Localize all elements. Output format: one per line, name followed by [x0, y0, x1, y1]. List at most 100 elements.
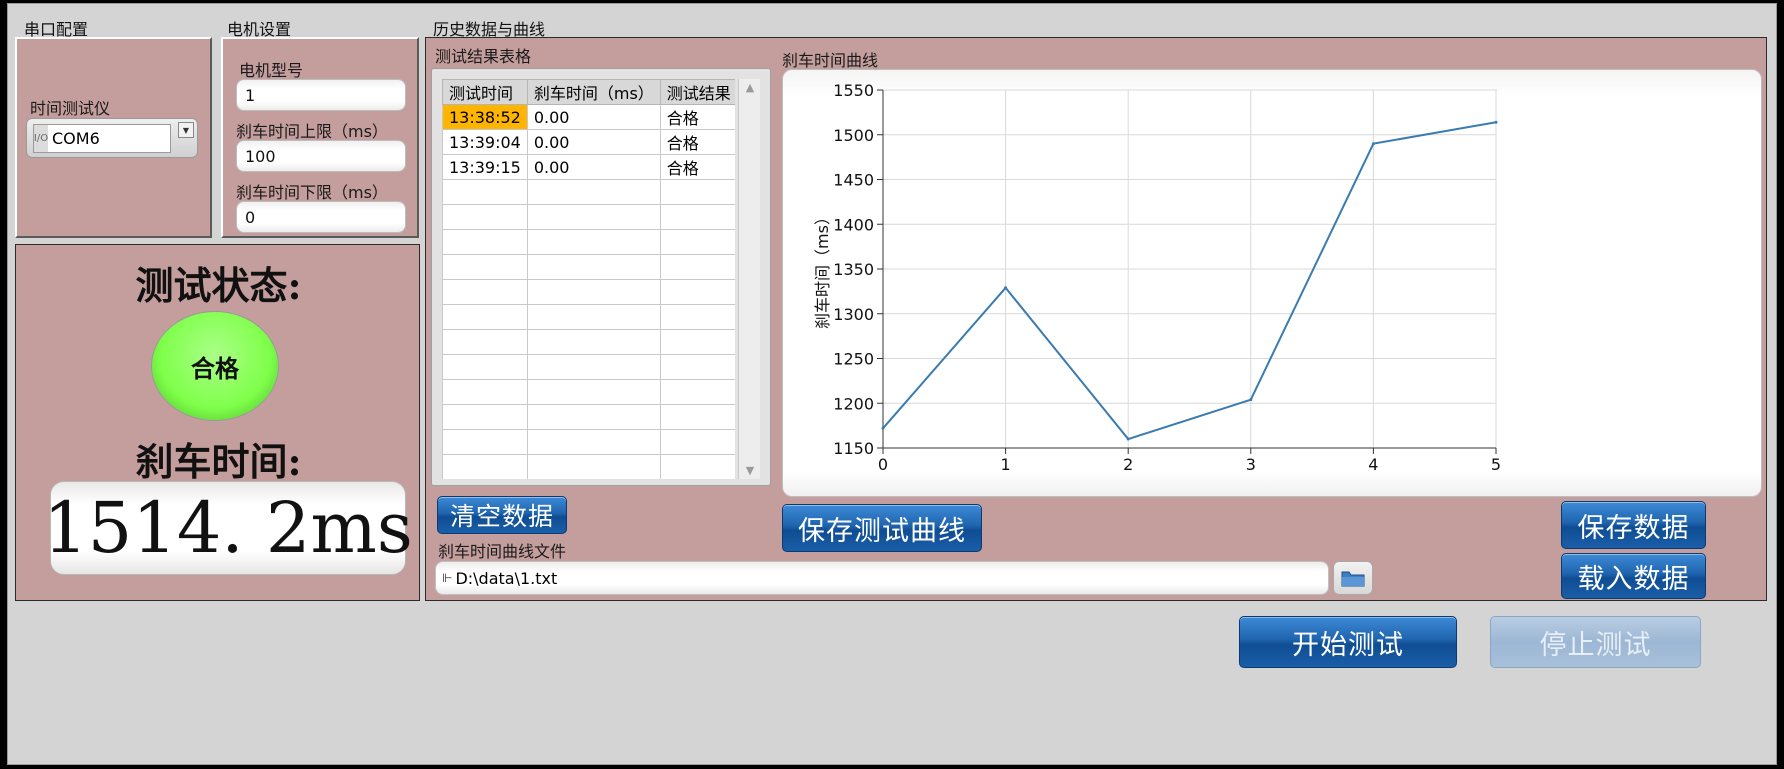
- table-cell: [442, 179, 528, 205]
- data-point: [1371, 142, 1375, 146]
- motor-model-label: 电机型号: [239, 61, 304, 80]
- motor-panel: 电机型号 1 刹车时间上限（ms） 100 刹车时间下限（ms） 0: [221, 37, 419, 238]
- device-label: 时间测试仪: [30, 99, 111, 118]
- upper-limit-input[interactable]: 100: [236, 140, 406, 172]
- table-cell: 0.00: [526, 104, 661, 130]
- data-point: [1249, 398, 1253, 402]
- save-curve-button[interactable]: 保存测试曲线: [782, 504, 982, 552]
- table-scrollbar[interactable]: ▲ ▼: [738, 79, 760, 479]
- table-cell: [526, 179, 661, 205]
- empty-table-row: [442, 179, 735, 205]
- table-cell: 合格: [659, 104, 735, 130]
- table-cell: [526, 329, 661, 355]
- column-header-result[interactable]: 测试结果: [659, 79, 735, 105]
- table-cell: [526, 229, 661, 255]
- save-data-button[interactable]: 保存数据: [1561, 501, 1706, 549]
- x-tick-label: 5: [1491, 455, 1501, 474]
- folder-icon: [1341, 571, 1365, 587]
- empty-table-row: [442, 329, 735, 355]
- table-cell: [442, 329, 528, 355]
- brake-time-chart: 1150 1200 1250 1300 1350 1400 1450 1500 1550 0 1 2 3…: [813, 81, 1501, 474]
- table-cell: [526, 379, 661, 405]
- load-data-button[interactable]: 载入数据: [1561, 553, 1706, 599]
- table-cell: 13:39:15: [442, 154, 528, 180]
- y-tick-label: 1550: [833, 81, 874, 100]
- table-cell: [442, 429, 528, 455]
- table-cell: [442, 404, 528, 430]
- stop-test-button[interactable]: 停止测试: [1490, 616, 1701, 668]
- table-cell: [442, 354, 528, 380]
- table-cell: [442, 229, 528, 255]
- table-cell: [659, 429, 735, 455]
- browse-folder-button[interactable]: [1333, 561, 1373, 595]
- x-tick-label: 4: [1368, 455, 1378, 474]
- table-cell: [659, 179, 735, 205]
- dropdown-arrow-icon[interactable]: ▼: [178, 122, 194, 138]
- table-cell: 13:38:52: [442, 104, 528, 130]
- column-header-brake-time[interactable]: 刹车时间（ms）: [526, 79, 661, 105]
- column-header-test-time[interactable]: 测试时间: [442, 79, 528, 105]
- scroll-up-icon[interactable]: ▲: [739, 81, 761, 94]
- empty-table-row: [442, 454, 735, 479]
- table-cell: [526, 254, 661, 280]
- empty-table-row: [442, 254, 735, 280]
- empty-table-row: [442, 379, 735, 405]
- table-cell: [442, 279, 528, 305]
- y-tick-label: 1500: [833, 126, 874, 145]
- curve-file-path-field[interactable]: ⊩ D:\data\1.txt: [435, 561, 1329, 595]
- table-cell: [659, 204, 735, 230]
- results-table-container: 测试时间 刹车时间（ms） 测试结果 13:38:52 0.00 合格 13:39:0…: [431, 68, 771, 486]
- clear-data-button[interactable]: 清空数据: [437, 496, 567, 534]
- table-cell: [526, 404, 661, 430]
- table-row[interactable]: 13:38:52 0.00 合格: [442, 104, 735, 130]
- table-cell: 0.00: [526, 129, 661, 155]
- app-window: 串口配置 时间测试仪 I/O COM6 ▼ 电机设置 电机型号 1 刹车时间上限…: [7, 3, 1777, 765]
- table-cell: [526, 204, 661, 230]
- table-cell: [659, 329, 735, 355]
- table-cell: [659, 379, 735, 405]
- y-tick-label: 1200: [833, 394, 874, 413]
- table-row[interactable]: 13:39:15 0.00 合格: [442, 154, 735, 180]
- test-status-title: 测试状态:: [135, 263, 302, 308]
- table-cell: [526, 279, 661, 305]
- x-tick-label: 2: [1123, 455, 1133, 474]
- empty-table-row: [442, 229, 735, 255]
- scroll-down-icon[interactable]: ▼: [739, 464, 761, 477]
- y-tick-label: 1250: [833, 350, 874, 369]
- chart-title: 刹车时间曲线: [782, 51, 879, 70]
- table-cell: 合格: [659, 129, 735, 155]
- lower-limit-label: 刹车时间下限（ms）: [236, 183, 388, 202]
- table-cell: [659, 354, 735, 380]
- brake-time-display: 1514. 2ms: [43, 481, 413, 575]
- lower-limit-input[interactable]: 0: [236, 201, 406, 233]
- table-cell: [442, 379, 528, 405]
- brake-time-title: 刹车时间:: [135, 439, 302, 484]
- port-field[interactable]: I/O COM6: [33, 124, 171, 153]
- empty-table-row: [442, 204, 735, 230]
- results-table: 测试时间 刹车时间（ms） 测试结果 13:38:52 0.00 合格 13:39:0…: [442, 79, 735, 479]
- table-cell: [526, 354, 661, 380]
- curve-file-label: 刹车时间曲线文件: [438, 542, 567, 561]
- data-point: [881, 426, 885, 430]
- results-table-viewport: 测试时间 刹车时间（ms） 测试结果 13:38:52 0.00 合格 13:39:0…: [442, 79, 735, 479]
- table-cell: 13:39:04: [442, 129, 528, 155]
- port-value: COM6: [52, 129, 100, 148]
- table-title: 测试结果表格: [435, 47, 532, 66]
- table-cell: [442, 304, 528, 330]
- table-row[interactable]: 13:39:04 0.00 合格: [442, 129, 735, 155]
- empty-table-row: [442, 354, 735, 380]
- table-cell: [659, 229, 735, 255]
- y-tick-label: 1350: [833, 260, 874, 279]
- y-tick-label: 1300: [833, 305, 874, 324]
- start-test-button[interactable]: 开始测试: [1239, 616, 1457, 668]
- data-point: [1004, 286, 1008, 290]
- table-cell: [526, 429, 661, 455]
- motor-model-input[interactable]: 1: [236, 79, 406, 111]
- empty-table-row: [442, 429, 735, 455]
- table-cell: [659, 254, 735, 280]
- empty-table-row: [442, 279, 735, 305]
- y-tick-label: 1450: [833, 171, 874, 190]
- port-selector[interactable]: I/O COM6 ▼: [26, 118, 198, 158]
- table-cell: [442, 204, 528, 230]
- empty-table-row: [442, 404, 735, 430]
